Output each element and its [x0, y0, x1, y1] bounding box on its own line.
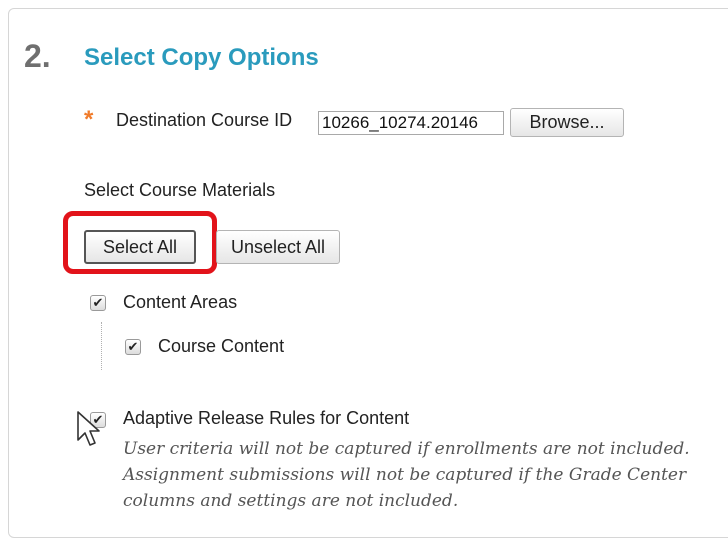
browse-button[interactable]: Browse... — [510, 108, 624, 137]
arrow-cursor-icon — [77, 411, 100, 446]
course-content-checkbox[interactable]: ✔ — [125, 339, 141, 355]
section-title: Select Copy Options — [84, 44, 319, 71]
destination-course-label: Destination Course ID — [116, 110, 293, 130]
adaptive-release-note: User criteria will not be captured if en… — [123, 439, 690, 511]
destination-course-input[interactable] — [318, 111, 504, 135]
step-number: 2. — [24, 38, 51, 74]
unselect-all-button[interactable]: Unselect All — [216, 230, 340, 264]
content-areas-checkbox[interactable]: ✔ — [90, 295, 106, 311]
required-asterisk-icon: * — [84, 106, 94, 133]
select-course-materials-label: Select Course Materials — [84, 180, 276, 200]
select-all-button[interactable]: Select All — [84, 230, 196, 264]
tree-connector — [101, 322, 102, 370]
course-content-label: Course Content — [158, 336, 285, 356]
adaptive-release-label: Adaptive Release Rules for Content — [123, 408, 410, 428]
content-areas-label: Content Areas — [123, 292, 238, 312]
